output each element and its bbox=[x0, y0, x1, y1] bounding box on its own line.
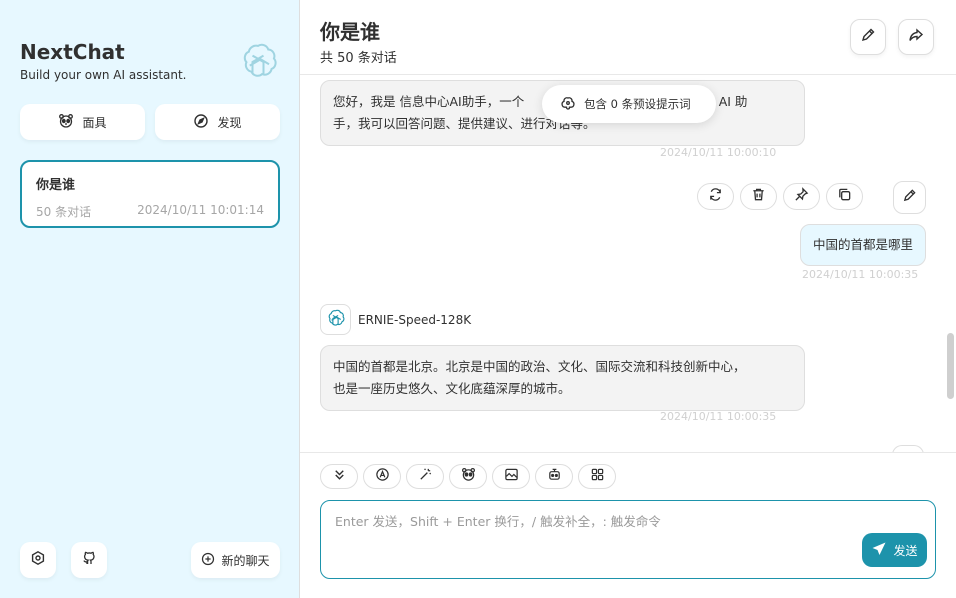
chat-list-item[interactable]: 你是谁 50 条对话 2024/10/11 10:01:14 bbox=[20, 160, 280, 228]
chat-subtitle: 共 50 条对话 bbox=[320, 51, 397, 66]
send-button[interactable]: 发送 bbox=[862, 533, 927, 567]
delete-button[interactable] bbox=[740, 183, 777, 210]
send-icon bbox=[871, 541, 887, 560]
pencil-icon bbox=[860, 27, 876, 47]
chat-main: 你是谁 共 50 条对话 您好，我是 信息中心AI助手，一个的 AI 助 手，我… bbox=[300, 0, 956, 598]
sidebar: NextChat Build your own AI assistant. 面具… bbox=[0, 0, 300, 598]
message-text: 中国的首都是哪里 bbox=[812, 237, 913, 252]
robot-icon bbox=[547, 467, 562, 486]
chat-header: 你是谁 共 50 条对话 bbox=[300, 0, 956, 75]
discover-button[interactable]: 发现 bbox=[155, 104, 280, 140]
edit-message-button[interactable] bbox=[893, 181, 926, 214]
discover-button-label: 发现 bbox=[217, 115, 242, 130]
openai-logo-icon bbox=[236, 40, 280, 84]
pencil-icon bbox=[902, 188, 917, 207]
chat-item-count: 50 条对话 bbox=[36, 205, 92, 219]
mask-button-label: 面具 bbox=[82, 115, 107, 130]
grid-icon bbox=[590, 467, 605, 486]
copy-button[interactable] bbox=[826, 183, 863, 210]
robot-a-icon bbox=[375, 467, 390, 486]
pin-button[interactable] bbox=[783, 183, 820, 210]
message-time: 2024/10/11 10:00:35 bbox=[802, 268, 919, 281]
prompt-hint-text: 包含 0 条预设提示词 bbox=[584, 97, 691, 111]
rename-button[interactable] bbox=[850, 19, 886, 55]
input-panel: 发送 bbox=[300, 452, 956, 598]
new-chat-label: 新的聊天 bbox=[221, 553, 270, 568]
shortcut-button[interactable] bbox=[578, 464, 616, 489]
chat-item-time: 2024/10/11 10:01:14 bbox=[137, 203, 264, 217]
brain-icon bbox=[560, 95, 576, 114]
prompt-hint-toast[interactable]: 包含 0 条预设提示词 bbox=[542, 85, 716, 123]
scroll-bottom-button[interactable] bbox=[320, 464, 358, 489]
scrollbar[interactable] bbox=[947, 333, 954, 399]
next-message-edge bbox=[892, 445, 924, 452]
add-icon bbox=[201, 552, 215, 569]
assistant-message: 中国的首都是北京。北京是中国的政治、文化、国际交流和科技创新中心， 也是一座历史… bbox=[320, 345, 805, 411]
refresh-icon bbox=[708, 187, 723, 206]
pin-icon bbox=[794, 187, 809, 206]
model-name: ERNIE-Speed-128K bbox=[358, 312, 472, 327]
clear-context-button[interactable] bbox=[492, 464, 530, 489]
chat-item-title: 你是谁 bbox=[36, 178, 76, 193]
github-icon bbox=[81, 550, 97, 570]
panda-mask-icon bbox=[58, 113, 74, 132]
panda-mask-icon bbox=[461, 467, 476, 486]
send-button-label: 发送 bbox=[893, 543, 918, 558]
prompt-button[interactable] bbox=[406, 464, 444, 489]
message-list: 您好，我是 信息中心AI助手，一个的 AI 助 手，我可以回答问题、提供建议、进… bbox=[300, 75, 956, 452]
openai-logo-icon bbox=[325, 308, 346, 332]
new-chat-button[interactable]: 新的聊天 bbox=[191, 542, 280, 578]
compass-icon bbox=[193, 113, 209, 132]
magic-wand-icon bbox=[418, 467, 433, 486]
settings-button[interactable] bbox=[20, 542, 56, 578]
user-message: 中国的首都是哪里 bbox=[799, 224, 926, 266]
mask-tool-button[interactable] bbox=[449, 464, 487, 489]
model-button[interactable] bbox=[363, 464, 401, 489]
message-text: 您好，我是 信息中心AI助手，一个 bbox=[333, 94, 525, 109]
share-button[interactable] bbox=[898, 19, 934, 55]
message-time: 2024/10/11 10:00:10 bbox=[660, 146, 777, 159]
message-text: 中国的首都是北京。北京是中国的政治、文化、国际交流和科技创新中心， bbox=[333, 359, 746, 374]
chat-input-box: 发送 bbox=[320, 500, 936, 579]
message-text-2: 也是一座历史悠久、文化底蕴深厚的城市。 bbox=[333, 381, 571, 396]
brand-subtitle: Build your own AI assistant. bbox=[20, 68, 187, 82]
plugin-button[interactable] bbox=[535, 464, 573, 489]
app: NextChat Build your own AI assistant. 面具… bbox=[0, 0, 956, 598]
chat-input[interactable] bbox=[321, 501, 935, 578]
image-break-icon bbox=[504, 467, 519, 486]
model-avatar bbox=[320, 304, 351, 335]
retry-button[interactable] bbox=[697, 183, 734, 210]
brand-title: NextChat bbox=[20, 40, 125, 64]
settings-icon bbox=[30, 550, 46, 570]
copy-icon bbox=[837, 187, 852, 206]
mask-button[interactable]: 面具 bbox=[20, 104, 145, 140]
model-info: ERNIE-Speed-128K bbox=[320, 304, 471, 335]
double-chevron-down-icon bbox=[332, 467, 347, 486]
trash-icon bbox=[751, 187, 766, 206]
chat-title[interactable]: 你是谁 bbox=[320, 16, 936, 45]
github-button[interactable] bbox=[71, 542, 107, 578]
message-time: 2024/10/11 10:00:35 bbox=[660, 410, 777, 423]
share-icon bbox=[908, 27, 924, 47]
